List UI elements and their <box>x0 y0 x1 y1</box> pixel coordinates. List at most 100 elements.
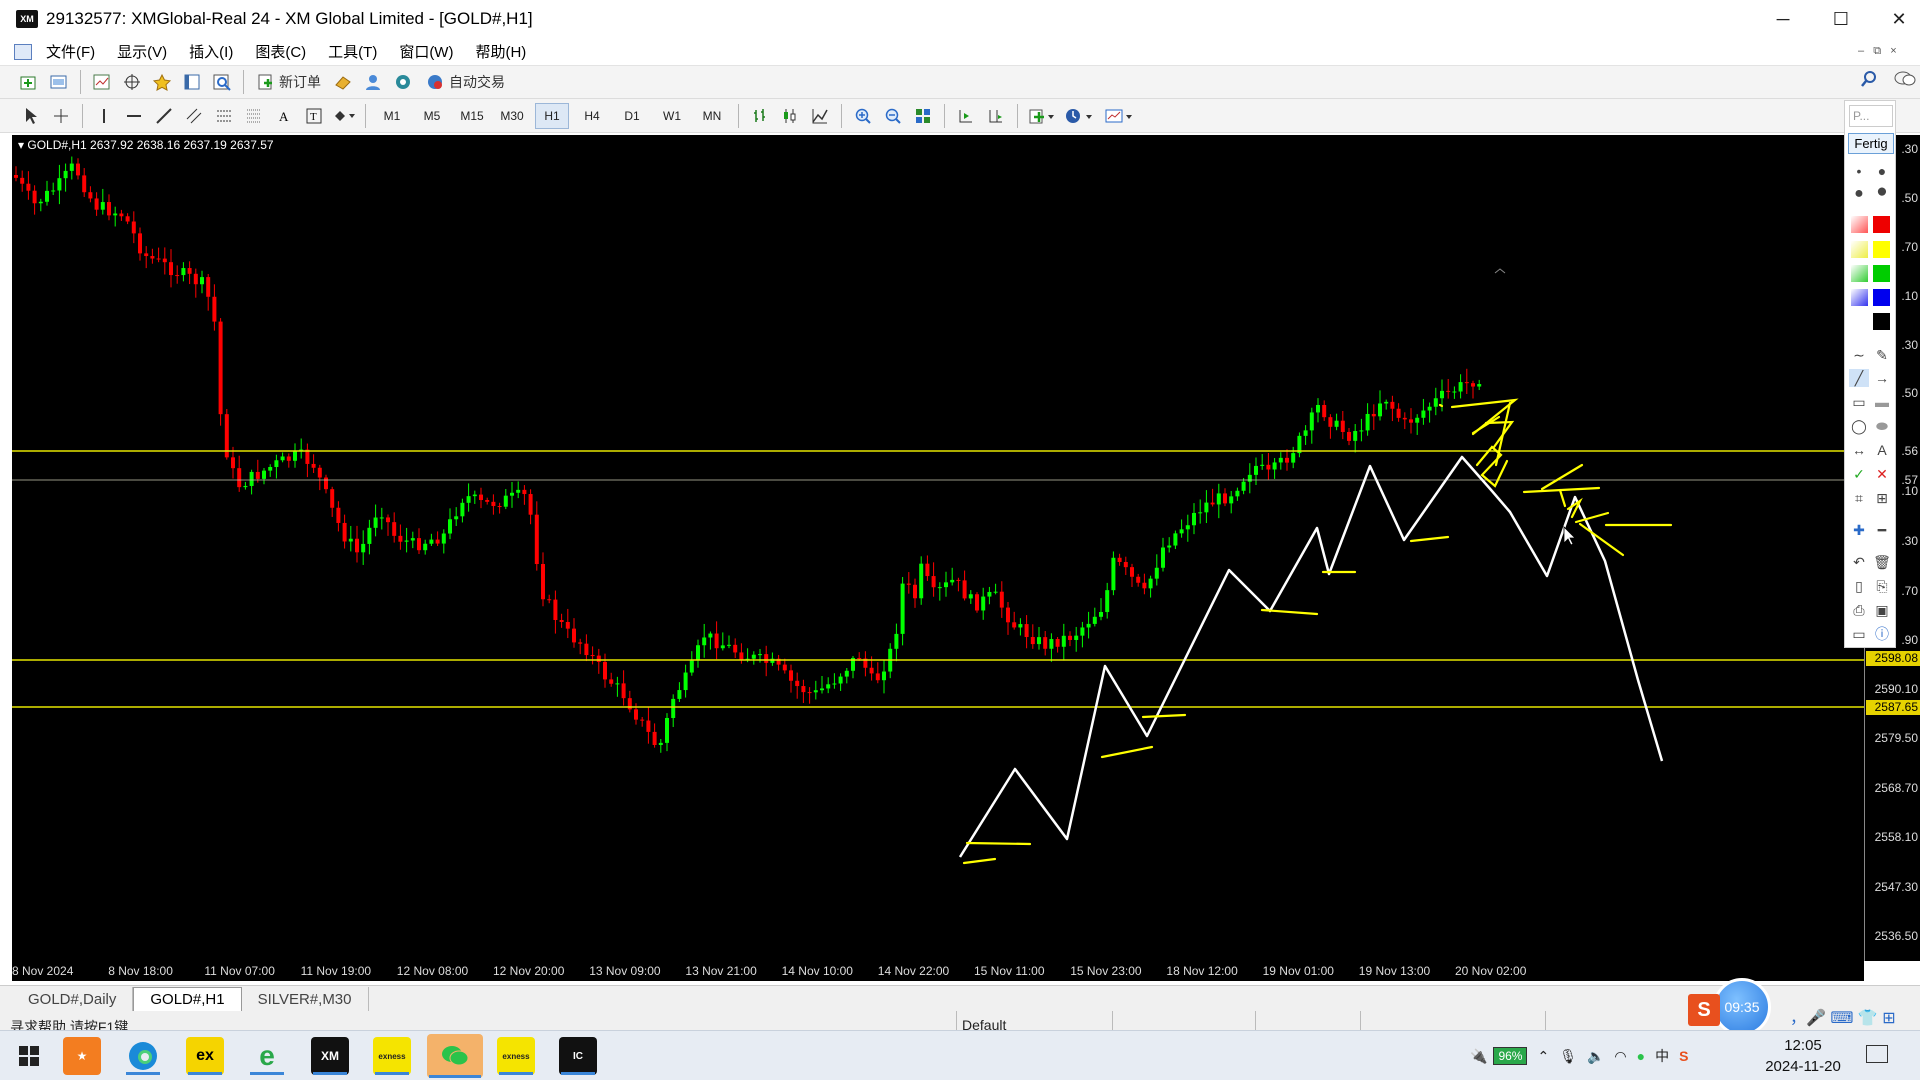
new-chart-icon[interactable] <box>17 69 41 95</box>
speaker-icon[interactable]: 🔈 <box>1587 1048 1604 1065</box>
line-tool-icon[interactable]: ╱ <box>1849 369 1869 387</box>
menu-view[interactable]: 显示(V) <box>117 41 167 62</box>
exness-second-icon[interactable]: exness <box>497 1037 535 1075</box>
ime-tools-icons[interactable]: ，🎤 ⌨ 👕 ⊞ <box>1790 1004 1896 1028</box>
grid-icon[interactable] <box>242 103 266 129</box>
ex-app-icon[interactable]: ex <box>186 1037 224 1075</box>
green-swatch[interactable] <box>1873 265 1890 282</box>
info-icon[interactable]: ⓘ <box>1872 625 1892 643</box>
check-icon[interactable]: ✓ <box>1849 465 1869 483</box>
menu-insert[interactable]: 插入(I) <box>189 41 233 62</box>
wechat-tray-icon[interactable]: ● <box>1637 1048 1645 1064</box>
chevron-up-icon[interactable]: ⌃ <box>1537 1048 1549 1065</box>
system-clock[interactable]: 12:05 2024-11-20 <box>1760 1035 1846 1077</box>
undo-icon[interactable]: ↶ <box>1849 553 1869 571</box>
indicators-dropdown-icon[interactable] <box>1027 103 1057 129</box>
crosshair-icon[interactable] <box>49 103 73 129</box>
small-dot-icon[interactable]: • <box>1849 162 1869 180</box>
text-label-icon[interactable]: T <box>302 103 326 129</box>
line-chart-icon[interactable] <box>808 103 832 129</box>
xlarge-dot-icon[interactable]: ● <box>1872 182 1892 201</box>
people-icon[interactable] <box>361 69 385 95</box>
strategy-tester-icon[interactable] <box>210 69 234 95</box>
blue-swatch[interactable] <box>1873 289 1890 306</box>
black-swatch[interactable] <box>1873 313 1890 330</box>
large-dot-icon[interactable]: ● <box>1849 185 1869 203</box>
language-icon[interactable]: 中 <box>1655 1046 1669 1066</box>
yellow-swatch[interactable] <box>1873 241 1890 258</box>
timeframe-h1[interactable]: H1 <box>535 102 569 129</box>
chat-icon[interactable] <box>1893 70 1917 91</box>
fibonacci-icon[interactable] <box>212 103 236 129</box>
navigator-icon[interactable] <box>150 69 174 95</box>
menu-charts[interactable]: 图表(C) <box>255 41 306 62</box>
cross-icon[interactable]: ✕ <box>1872 465 1892 483</box>
edge-browser-icon[interactable] <box>124 1037 162 1075</box>
text-tool-icon[interactable]: A <box>1872 441 1892 459</box>
plus-icon[interactable]: ✚ <box>1849 521 1869 539</box>
timeframe-m5[interactable]: M5 <box>415 103 449 129</box>
metaeditor-icon[interactable] <box>331 69 355 95</box>
light-blue-swatch[interactable] <box>1851 289 1868 306</box>
timeframe-m1[interactable]: M1 <box>375 103 409 129</box>
menu-window[interactable]: 窗口(W) <box>399 41 453 62</box>
tab-gold-daily[interactable]: GOLD#,Daily <box>12 987 134 1011</box>
palette-done-button[interactable]: Fertig <box>1848 133 1894 154</box>
ellipse-icon[interactable]: ◯ <box>1849 417 1869 435</box>
battery-indicator[interactable]: 96% <box>1493 1047 1528 1065</box>
crop-icon[interactable]: ⌗ <box>1849 489 1869 507</box>
bar-chart-icon[interactable] <box>748 103 772 129</box>
timeframe-mn[interactable]: MN <box>695 103 729 129</box>
zoom-out-icon[interactable] <box>881 103 905 129</box>
exness-icon[interactable]: exness <box>373 1037 411 1075</box>
xm-terminal-icon[interactable]: XM <box>311 1037 349 1075</box>
auto-scroll-icon[interactable] <box>954 103 978 129</box>
terminal-icon[interactable] <box>180 69 204 95</box>
tab-gold-h1[interactable]: GOLD#,H1 <box>133 987 242 1011</box>
zoom-in-icon[interactable] <box>851 103 875 129</box>
menu-help[interactable]: 帮助(H) <box>475 41 526 62</box>
palette-search-field[interactable]: P... <box>1849 105 1893 127</box>
horizontal-line-icon[interactable] <box>122 103 146 129</box>
star-app-icon[interactable]: ★ <box>63 1037 101 1075</box>
double-arrow-icon[interactable]: ↔ <box>1849 441 1869 459</box>
wechat-icon[interactable] <box>427 1034 483 1078</box>
menu-file[interactable]: 文件(F) <box>46 41 95 62</box>
light-red-swatch[interactable] <box>1851 216 1868 233</box>
auto-trading-button[interactable]: 自动交易 <box>421 69 509 95</box>
signals-icon[interactable] <box>391 69 415 95</box>
save-icon[interactable]: ▣ <box>1872 601 1892 619</box>
wifi-icon[interactable]: ◠ <box>1614 1048 1626 1065</box>
search-icon[interactable] <box>1860 70 1878 91</box>
sogou-tray-icon[interactable]: S <box>1679 1048 1688 1064</box>
light-yellow-swatch[interactable] <box>1851 241 1868 258</box>
page-icon[interactable]: ▯ <box>1849 577 1869 595</box>
red-swatch[interactable] <box>1873 216 1890 233</box>
trendline-icon[interactable] <box>152 103 176 129</box>
equidistant-channel-icon[interactable] <box>182 103 206 129</box>
zoom-tool-icon[interactable]: ⊞ <box>1872 489 1892 507</box>
minimize-button[interactable]: ─ <box>1754 0 1812 38</box>
timeframe-h4[interactable]: H4 <box>575 103 609 129</box>
ie-browser-icon[interactable]: e <box>248 1037 286 1075</box>
freehand-icon[interactable]: ∼ <box>1849 346 1869 364</box>
chart-window-icon[interactable] <box>14 43 32 60</box>
rectangle-icon[interactable]: ▭ <box>1849 393 1869 411</box>
periods-dropdown-icon[interactable] <box>1063 103 1097 129</box>
price-chart[interactable] <box>12 135 1864 961</box>
light-green-swatch[interactable] <box>1851 265 1868 282</box>
vertical-line-icon[interactable] <box>92 103 116 129</box>
time-axis[interactable]: 8 Nov 2024 8 Nov 18:00 11 Nov 07:00 11 Nov … <box>12 961 1864 981</box>
text-icon[interactable]: A <box>272 103 296 129</box>
arrows-dropdown-icon[interactable] <box>332 103 356 129</box>
medium-dot-icon[interactable]: ● <box>1872 162 1892 180</box>
microphone-icon[interactable]: 🎙 <box>1559 1048 1577 1065</box>
pen-icon[interactable]: ✎ <box>1872 346 1892 364</box>
new-order-button[interactable]: 新订单 <box>253 69 325 95</box>
screen-icon[interactable]: ▭ <box>1849 625 1869 643</box>
mdi-controls[interactable]: – ⧉ × <box>1858 45 1897 58</box>
tab-silver-m30[interactable]: SILVER#,M30 <box>242 987 369 1011</box>
filled-ellipse-icon[interactable]: ⬬ <box>1872 417 1892 435</box>
cursor-icon[interactable] <box>19 103 43 129</box>
arrow-tool-icon[interactable]: → <box>1872 369 1892 387</box>
